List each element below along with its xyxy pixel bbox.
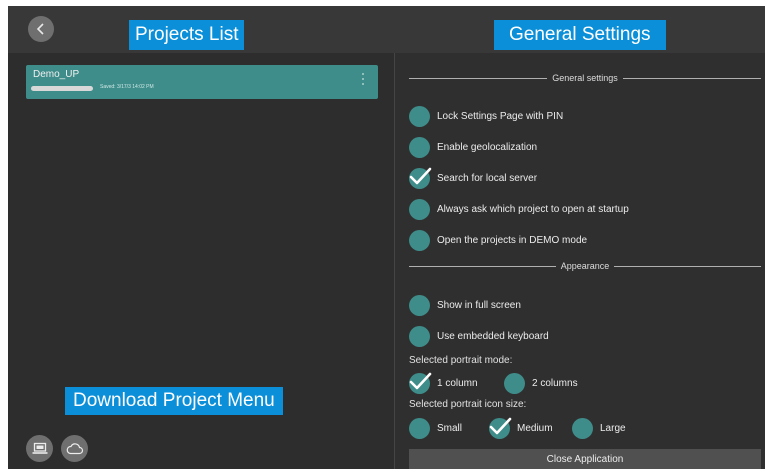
radio-circle	[409, 417, 430, 439]
option-label: 1 column	[437, 377, 478, 389]
more-options-icon[interactable]	[362, 73, 366, 85]
cloud-icon	[66, 443, 83, 455]
laptop-icon	[32, 442, 47, 454]
option-label: Medium	[517, 422, 553, 434]
header-bar: Projects List General Settings	[8, 6, 765, 53]
option-label: Search for local server	[437, 172, 538, 184]
cloud-projects-button[interactable]	[61, 435, 88, 462]
close-application-button[interactable]: Close Application	[409, 449, 761, 469]
radio-circle	[504, 372, 525, 394]
radio-circle	[572, 417, 593, 439]
portrait-mode-2-columns[interactable]: 2 columns	[504, 372, 578, 394]
icon-size-large[interactable]: Large	[572, 417, 626, 439]
checkmark-icon	[409, 372, 432, 389]
general-settings-title: General Settings	[494, 20, 666, 50]
option-label: Small	[437, 422, 463, 434]
option-search-local-server[interactable]: Search for local server	[409, 167, 537, 189]
toggle-circle	[409, 294, 430, 316]
settings-panel: General settings Lock Settings Page with…	[395, 53, 765, 469]
option-full-screen[interactable]: Show in full screen	[409, 294, 521, 316]
option-label: Lock Settings Page with PIN	[437, 110, 564, 122]
back-button[interactable]	[28, 16, 54, 42]
project-saved-date: Saved: 3/17/3 14:02 PM	[100, 84, 154, 90]
option-label: Use embedded keyboard	[437, 330, 549, 342]
portrait-mode-1-column[interactable]: 1 column	[409, 372, 478, 394]
project-name: Demo_UP	[33, 69, 80, 80]
option-label: Open the projects in DEMO mode	[437, 234, 588, 246]
toggle-circle	[409, 325, 430, 347]
option-label: 2 columns	[532, 377, 578, 389]
project-item-demo-up[interactable]: Demo_UP Saved: 3/17/3 14:02 PM	[26, 65, 378, 99]
appearance-heading-label: Appearance	[560, 261, 610, 271]
option-lock-settings-pin[interactable]: Lock Settings Page with PIN	[409, 105, 563, 127]
icon-size-medium[interactable]: Medium	[489, 417, 553, 439]
checkmark-icon	[409, 167, 432, 184]
option-label: Large	[600, 422, 626, 434]
local-projects-button[interactable]	[26, 435, 53, 462]
option-demo-mode[interactable]: Open the projects in DEMO mode	[409, 229, 587, 251]
portrait-mode-label: Selected portrait mode:	[409, 355, 513, 366]
option-label: Enable geolocalization	[437, 141, 538, 153]
option-label: Show in full screen	[437, 299, 521, 311]
app-window: Projects List General Settings Demo_UP S…	[8, 6, 765, 469]
general-settings-heading-label: General settings	[552, 73, 618, 83]
icon-size-label: Selected portrait icon size:	[409, 399, 527, 410]
toggle-circle	[409, 167, 432, 189]
chevron-left-icon	[36, 23, 44, 35]
option-embedded-keyboard[interactable]: Use embedded keyboard	[409, 325, 549, 347]
general-settings-heading: General settings	[409, 71, 762, 85]
option-ask-project-startup[interactable]: Always ask which project to open at star…	[409, 198, 629, 220]
option-enable-geolocalization[interactable]: Enable geolocalization	[409, 136, 537, 158]
toggle-circle	[409, 105, 430, 127]
checkmark-icon	[489, 417, 512, 434]
radio-circle	[489, 417, 512, 439]
download-project-menu-label: Download Project Menu	[65, 387, 283, 415]
toggle-circle	[409, 198, 430, 220]
projects-list-title: Projects List	[129, 20, 245, 50]
icon-size-small[interactable]: Small	[409, 417, 462, 439]
radio-circle	[409, 372, 432, 394]
toggle-circle	[409, 136, 430, 158]
appearance-heading: Appearance	[409, 259, 762, 273]
toggle-circle	[409, 229, 430, 251]
option-label: Always ask which project to open at star…	[437, 203, 629, 215]
projects-panel: Demo_UP Saved: 3/17/3 14:02 PM Download …	[8, 53, 394, 469]
project-progress-bar	[31, 86, 93, 91]
